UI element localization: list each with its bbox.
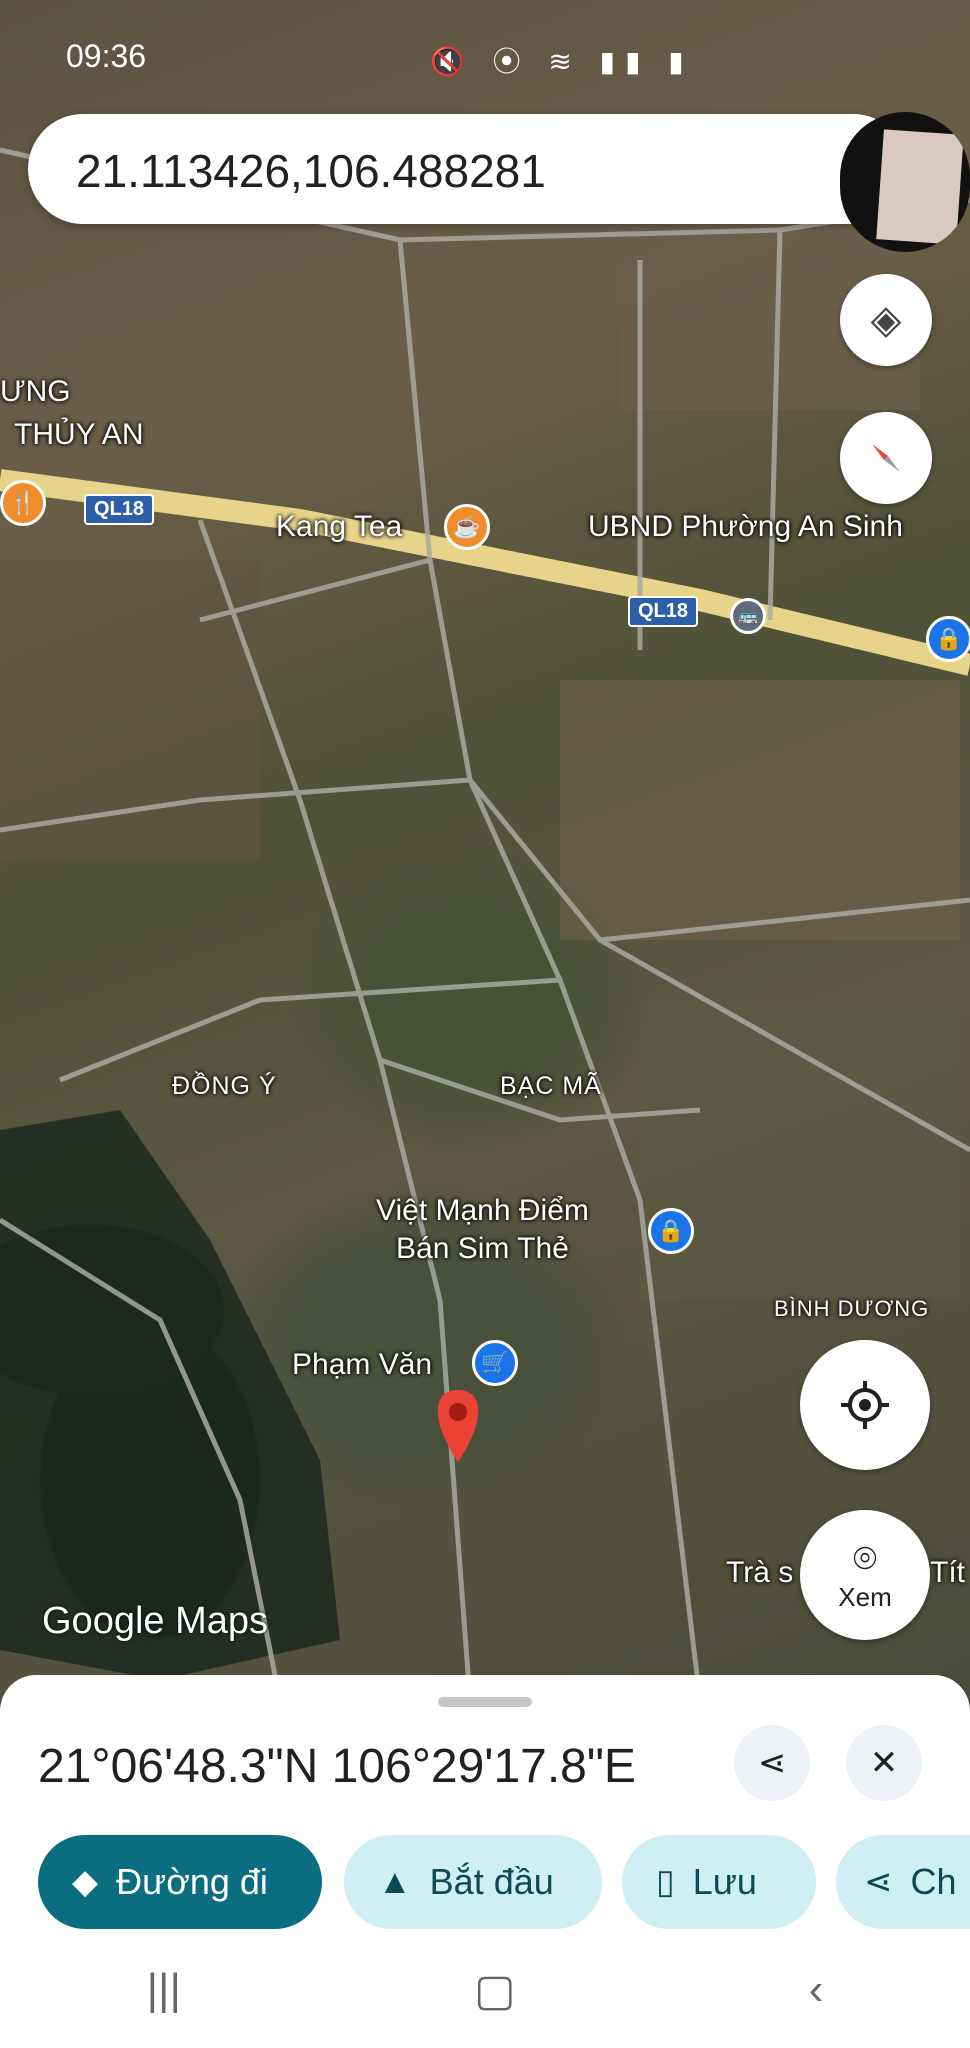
label-viet-manh: Việt Mạnh Điểm Bán Sim Thẻ bbox=[376, 1194, 589, 1265]
directions-button[interactable]: ◆ Đường đi bbox=[38, 1835, 322, 1929]
cafe-pin-icon[interactable]: ☕ bbox=[444, 504, 490, 550]
start-button[interactable]: ▲ Bắt đầu bbox=[344, 1835, 602, 1929]
shop-pin-icon[interactable]: 🔒 bbox=[648, 1208, 694, 1254]
save-label: Lưu bbox=[692, 1861, 757, 1902]
home-icon[interactable]: ▢ bbox=[474, 1965, 516, 2016]
label-bac-ma: BẠC MÃ bbox=[500, 1072, 602, 1100]
label-kang-tea: Kang Tea bbox=[276, 510, 403, 543]
photo-thumbnail[interactable] bbox=[840, 112, 970, 252]
road-shield-ql18: QL18 bbox=[84, 494, 155, 525]
sheet-handle[interactable] bbox=[438, 1697, 532, 1707]
system-nav-bar: ||| ▢ ‹ bbox=[0, 1932, 970, 2048]
label-ung: ƯNG bbox=[0, 375, 71, 408]
road-shield-ql18: QL18 bbox=[628, 596, 699, 627]
bus-stop-icon[interactable]: 🚌 bbox=[730, 598, 766, 634]
label-dong-y: ĐỒNG Ý bbox=[172, 1072, 277, 1100]
status-time: 09:36 bbox=[66, 38, 147, 74]
save-button[interactable]: ▯ Lưu bbox=[622, 1835, 816, 1929]
label-ubnd: UBND Phường An Sinh bbox=[588, 510, 903, 543]
status-bar: 09:36 🔇 ⦿ ≋ ▮▮ ▮ bbox=[0, 0, 970, 110]
close-button[interactable]: ✕ bbox=[846, 1725, 922, 1801]
layers-icon[interactable]: ◈ bbox=[840, 274, 932, 366]
my-location-button[interactable] bbox=[800, 1340, 930, 1470]
back-icon[interactable]: ‹ bbox=[809, 1965, 824, 2015]
label-thuy-an: THỦY AN bbox=[14, 418, 144, 451]
directions-icon: ◆ bbox=[72, 1863, 99, 1901]
lens-icon: ⌾ bbox=[853, 1537, 877, 1581]
share-button[interactable]: ⋖ bbox=[734, 1725, 810, 1801]
directions-label: Đường đi bbox=[116, 1861, 268, 1902]
label-tit: Tít bbox=[930, 1556, 965, 1589]
location-pin bbox=[437, 1390, 479, 1462]
share-icon: ⋖ bbox=[757, 1744, 787, 1782]
label-pham-van: Phạm Văn bbox=[292, 1348, 433, 1381]
recents-icon[interactable]: ||| bbox=[147, 1965, 181, 2015]
share-chip-icon: ⋖ bbox=[864, 1863, 893, 1901]
lens-label: Xem bbox=[838, 1582, 892, 1612]
share-chip-label: Ch bbox=[910, 1861, 957, 1902]
coordinates-text: 21°06'48.3"N 106°29'17.8"E bbox=[38, 1740, 636, 1793]
restaurant-pin-icon[interactable]: 🍴 bbox=[0, 480, 46, 526]
label-binh-duong: BÌNH DƯƠNG bbox=[774, 1296, 930, 1321]
lens-button[interactable]: ⌾ Xem bbox=[800, 1510, 930, 1640]
bookmark-icon: ▯ bbox=[656, 1863, 675, 1901]
navigation-icon: ▲ bbox=[378, 1862, 412, 1901]
share-chip-button[interactable]: ⋖ Ch bbox=[836, 1835, 970, 1929]
google-maps-watermark: Google Maps bbox=[42, 1600, 269, 1642]
my-location-icon bbox=[841, 1381, 889, 1429]
compass-icon[interactable] bbox=[840, 412, 932, 504]
label-tra: Trà s bbox=[726, 1556, 794, 1589]
search-bar[interactable]: 21.113426,106.488281 bbox=[28, 114, 908, 224]
search-query[interactable]: 21.113426,106.488281 bbox=[76, 144, 546, 198]
cart-pin-icon[interactable]: 🛒 bbox=[472, 1340, 518, 1386]
shop-pin-icon[interactable]: 🔒 bbox=[926, 616, 970, 662]
start-label: Bắt đầu bbox=[429, 1861, 554, 1902]
close-icon: ✕ bbox=[869, 1744, 899, 1782]
status-icons: 🔇 ⦿ ≋ ▮▮ ▮ bbox=[430, 46, 694, 77]
